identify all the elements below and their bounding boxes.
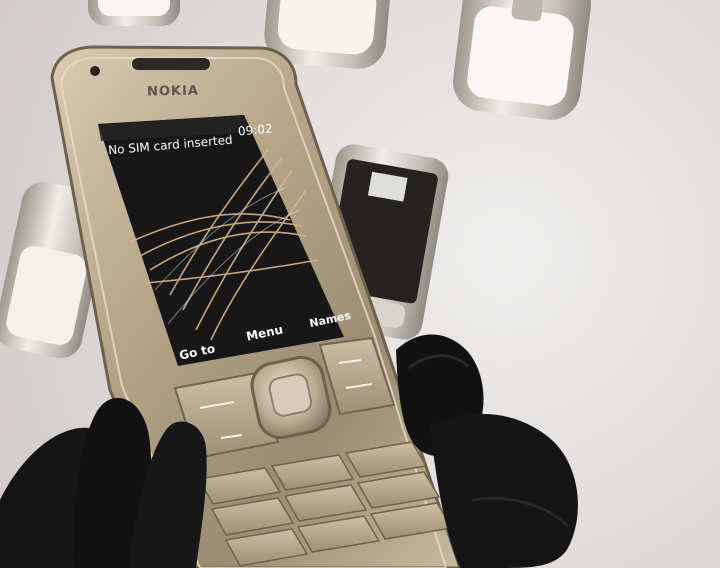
center-select-key[interactable] [268, 373, 313, 418]
background-phone-1 [88, 0, 180, 26]
earpiece [132, 58, 210, 70]
front-camera [90, 66, 100, 76]
photo-illustration [0, 0, 591, 568]
photo-scene: NOKIA No SIM card inserted 09:02 Go to M… [0, 0, 720, 568]
background-phone-3 [453, 0, 591, 120]
